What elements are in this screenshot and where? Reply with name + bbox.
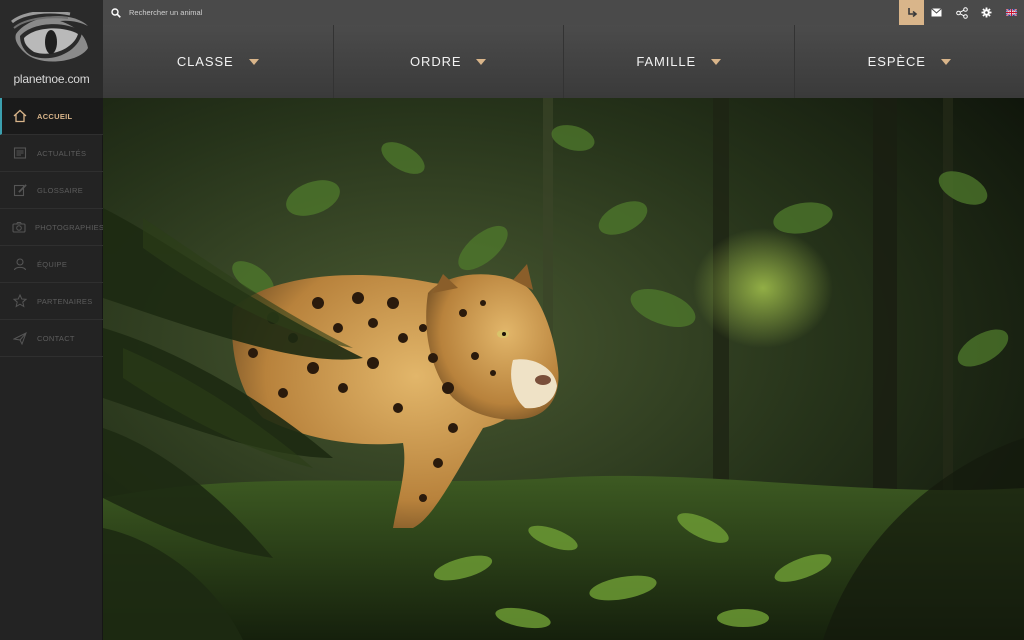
sidebar: planetnoe.com ACCUEIL ACTUALITÉS GLOSSAI… [0,0,105,640]
language-button[interactable] [999,0,1024,25]
share-icon [955,6,968,19]
sidebar-item-equipe[interactable]: ÉQUIPE [0,246,103,283]
home-icon [12,108,28,124]
taxonomy-label: FAMILLE [636,54,697,69]
user-icon [12,256,28,272]
hero-image [103,98,1024,640]
caret-down-icon [940,58,951,65]
sidebar-item-label: PARTENAIRES [37,296,93,306]
taxonomy-famille-dropdown[interactable]: FAMILLE [564,25,795,98]
sidebar-item-label: ÉQUIPE [37,259,68,269]
taxonomy-label: ESPÈCE [867,54,926,69]
search-bar [103,0,603,25]
taxonomy-classe-dropdown[interactable]: CLASSE [103,25,334,98]
sidebar-item-partenaires[interactable]: PARTENAIRES [0,283,103,320]
camera-icon [12,219,26,235]
sidebar-item-label: PHOTOGRAPHIES [35,222,105,232]
logo-text: planetnoe.com [13,72,90,86]
taxonomy-espece-dropdown[interactable]: ESPÈCE [795,25,1024,98]
mail-icon [931,8,942,17]
caret-down-icon [476,58,487,65]
caret-down-icon [711,58,722,65]
sidebar-menu: ACCUEIL ACTUALITÉS GLOSSAIRE PHOTOGRAPHI… [0,98,105,357]
toolbar [899,0,1024,25]
sidebar-item-label: ACTUALITÉS [37,148,87,158]
sidebar-item-actualites[interactable]: ACTUALITÉS [0,135,103,172]
uk-flag-icon [1006,9,1017,16]
share-button[interactable] [949,0,974,25]
gear-icon [981,7,992,18]
app: planetnoe.com ACCUEIL ACTUALITÉS GLOSSAI… [0,0,1024,640]
search-icon[interactable] [111,7,121,18]
sidebar-item-label: ACCUEIL [37,111,73,121]
sidebar-item-glossaire[interactable]: GLOSSAIRE [0,172,103,209]
top-bar [103,0,1024,25]
sidebar-item-accueil[interactable]: ACCUEIL [0,98,103,135]
taxonomy-ordre-dropdown[interactable]: ORDRE [334,25,564,98]
back-button[interactable] [899,0,924,25]
site-logo[interactable]: planetnoe.com [0,0,103,98]
sidebar-item-photographies[interactable]: PHOTOGRAPHIES [0,209,105,246]
caret-down-icon [248,58,259,65]
news-icon [12,145,28,161]
taxonomy-label: CLASSE [176,54,234,69]
taxonomy-nav: CLASSE ORDRE FAMILLE ESPÈCE [103,25,1024,98]
settings-button[interactable] [974,0,999,25]
back-arrow-icon [907,7,917,17]
sidebar-item-label: GLOSSAIRE [37,185,84,195]
sidebar-item-contact[interactable]: CONTACT [0,320,103,357]
search-input[interactable] [129,8,529,17]
sidebar-item-label: CONTACT [37,333,75,343]
cat-eye-logo-icon [11,12,88,62]
edit-icon [12,182,28,198]
mail-button[interactable] [924,0,949,25]
taxonomy-label: ORDRE [410,54,462,69]
star-icon [12,293,28,309]
jaguar-jungle-illustration [103,98,1024,640]
send-icon [12,330,28,346]
